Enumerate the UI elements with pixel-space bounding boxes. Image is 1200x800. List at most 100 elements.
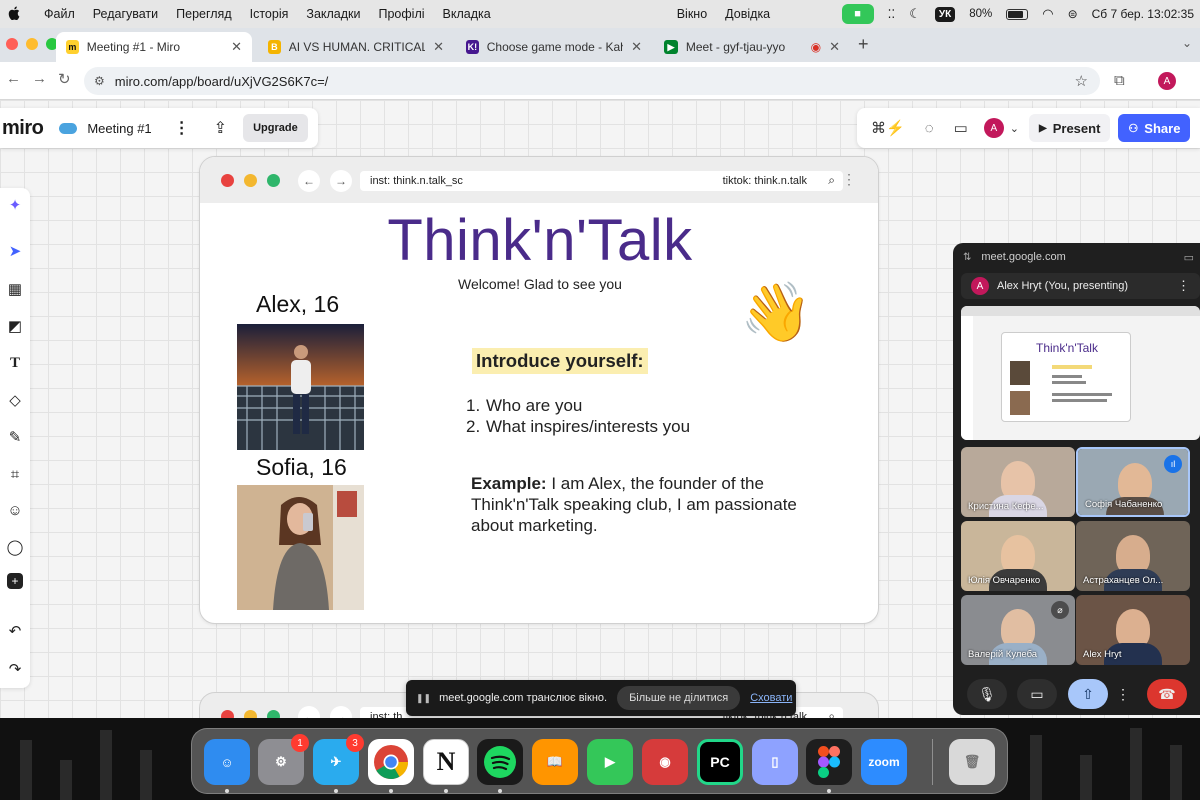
menu-datetime[interactable]: Сб 7 бер. 13:02:35 <box>1092 7 1194 21</box>
cursor-icon[interactable]: ➤ <box>4 240 26 262</box>
open-in-tab-icon[interactable]: ▭ <box>1184 251 1194 264</box>
drag-handle-icon[interactable]: ❚❚ <box>416 693 431 704</box>
share-button[interactable]: ⚇ Share <box>1118 114 1191 142</box>
slide-frame[interactable]: ← → inst: think.n.talk_sc tiktok: think.… <box>199 156 879 624</box>
tune-icon[interactable]: ⇅ <box>963 252 971 263</box>
running-indicator <box>827 789 831 793</box>
extensions-icon[interactable]: ⧉ <box>1114 72 1125 89</box>
participant-tile[interactable]: Астраханцев Ол... <box>1076 521 1190 591</box>
miro-board-header: miro Meeting #1 ⋮ ⇪ Upgrade <box>0 108 318 148</box>
profile-avatar[interactable]: A <box>1158 72 1176 90</box>
close-tab-icon[interactable]: ✕ <box>433 39 444 55</box>
chrome-icon[interactable] <box>368 739 414 785</box>
facetime-status-icon[interactable]: ■ <box>841 4 874 24</box>
pen-icon[interactable]: ✎ <box>4 426 26 448</box>
wifi-icon[interactable]: ◠ <box>1042 6 1053 22</box>
tab-ai-vs-human[interactable]: B AI VS HUMAN. CRITICAL THINKING ✕ <box>258 32 454 62</box>
battery-icon[interactable] <box>1006 8 1029 20</box>
tab-search-icon[interactable]: ⌄ <box>1182 36 1192 50</box>
photo-booth-icon[interactable]: ◉ <box>642 739 688 785</box>
tab-miro[interactable]: m Meeting #1 - Miro ✕ <box>56 32 252 62</box>
sticky-note-icon[interactable]: ◩ <box>4 315 26 337</box>
tab-kahoot[interactable]: K! Choose game mode - Kahoot! ✕ <box>456 32 652 62</box>
address-bar[interactable]: ⚙ miro.com/app/board/uXjVG2S6K7c=/ ☆ <box>84 67 1100 95</box>
figma-icon[interactable] <box>806 739 852 785</box>
camera-icon[interactable]: ▭ <box>1017 679 1057 709</box>
new-tab-button[interactable]: + <box>858 34 869 55</box>
close-tab-icon[interactable]: ✕ <box>829 39 840 55</box>
alex-photo <box>237 324 364 450</box>
close-window-button[interactable] <box>6 38 18 50</box>
shapes-icon[interactable]: ◇ <box>4 389 26 411</box>
participant-tile[interactable]: Alex Hryt <box>1076 595 1190 665</box>
plus-icon[interactable]: + <box>7 573 23 589</box>
menu-profiles[interactable]: Профілі <box>379 7 425 21</box>
pycharm-icon[interactable]: PC <box>697 739 743 785</box>
more-options-icon[interactable]: ⋮ <box>1177 278 1190 294</box>
close-tab-icon[interactable]: ✕ <box>631 39 642 55</box>
chevron-down-icon[interactable]: ⌄ <box>1010 122 1019 135</box>
video-call-icon[interactable]: ▭ <box>954 119 968 137</box>
back-icon[interactable]: ← <box>6 70 21 87</box>
reload-icon[interactable]: ↻ <box>58 70 71 88</box>
control-center-dots-icon[interactable]: ⁚⁚ <box>888 7 896 21</box>
hang-up-icon[interactable]: ☎ <box>1147 679 1187 709</box>
tab-meet[interactable]: ▶ Meet - gyf-tjau-yyo ◉ ✕ <box>654 32 850 62</box>
meet-picture-in-picture[interactable]: ⇅ meet.google.com ▭ A Alex Hryt (You, pr… <box>953 243 1200 715</box>
books-icon[interactable]: 📖 <box>532 739 578 785</box>
frame-icon[interactable]: ⌗ <box>4 463 26 485</box>
present-button[interactable]: ▶ Present <box>1029 114 1111 142</box>
minimize-window-button[interactable] <box>26 38 38 50</box>
zoom-icon[interactable]: zoom <box>861 739 907 785</box>
chat-icon[interactable]: ◌ <box>925 120 934 137</box>
menu-window[interactable]: Вікно <box>677 7 707 21</box>
finder-icon[interactable]: ☺ <box>204 739 250 785</box>
site-info-icon[interactable]: ⚙ <box>94 74 105 88</box>
reactions-icon[interactable]: ⌘⚡ <box>871 119 905 137</box>
participant-tile[interactable]: Юлія Овчаренко <box>961 521 1075 591</box>
notion-icon[interactable]: N <box>423 739 469 785</box>
undo-icon[interactable]: ↶ <box>4 620 26 642</box>
emoji-icon[interactable]: ☺ <box>4 499 26 521</box>
redo-icon[interactable]: ↷ <box>4 658 26 680</box>
url-text[interactable]: miro.com/app/board/uXjVG2S6K7c=/ <box>115 74 329 89</box>
macos-menu-bar: Chrome Файл Редагувати Перегляд Історія … <box>0 0 1200 41</box>
more-options-icon[interactable]: ⋮ <box>1115 679 1131 709</box>
present-screen-icon[interactable]: ⇧ <box>1068 679 1108 709</box>
miro-logo[interactable]: miro <box>2 117 44 140</box>
facetime-icon[interactable]: ▶ <box>587 739 633 785</box>
menu-tab[interactable]: Вкладка <box>443 7 491 21</box>
trash-icon[interactable]: 🗑 <box>949 739 995 785</box>
spotify-icon[interactable] <box>477 739 523 785</box>
menu-view[interactable]: Перегляд <box>176 7 231 21</box>
close-tab-icon[interactable]: ✕ <box>231 39 242 55</box>
menu-help[interactable]: Довідка <box>725 7 770 21</box>
hide-button[interactable]: Сховати <box>750 692 792 704</box>
focus-moon-icon[interactable]: ☾ <box>909 6 921 22</box>
shared-screen-preview[interactable]: Think'n'Talk <box>961 306 1200 440</box>
forward-icon[interactable]: → <box>32 70 47 87</box>
control-center-icon[interactable]: ⊜ <box>1068 7 1078 21</box>
menu-edit[interactable]: Редагувати <box>93 7 158 21</box>
simulator-icon[interactable]: ▯ <box>752 739 798 785</box>
participant-tile[interactable]: ⌀ Валерій Кулеба <box>961 595 1075 665</box>
menu-bookmarks[interactable]: Закладки <box>306 7 360 21</box>
system-settings-icon[interactable]: ⚙ 1 <box>258 734 309 785</box>
user-avatar[interactable]: A <box>983 118 1004 138</box>
text-icon[interactable]: T <box>4 352 26 374</box>
participant-tile[interactable]: Кристина Кефе... <box>961 447 1075 517</box>
board-menu-icon[interactable]: ⋮ <box>174 118 190 138</box>
bookmark-star-icon[interactable]: ☆ <box>1075 72 1088 90</box>
board-name[interactable]: Meeting #1 <box>87 121 151 136</box>
comment-icon[interactable]: ◯ <box>4 536 26 558</box>
template-icon[interactable]: ▦ <box>4 278 26 300</box>
stop-sharing-button[interactable]: Більше не ділитися <box>617 686 741 710</box>
upgrade-button[interactable]: Upgrade <box>243 114 308 142</box>
input-source-badge[interactable]: УК <box>934 6 956 22</box>
telegram-icon[interactable]: ✈ 3 <box>313 734 364 785</box>
export-icon[interactable]: ⇪ <box>214 118 227 138</box>
menu-history[interactable]: Історія <box>250 7 289 21</box>
participant-tile-speaking[interactable]: ıl Софія Чабаненко <box>1076 447 1190 517</box>
sparkle-icon[interactable]: ✦ <box>4 194 26 216</box>
microphone-icon[interactable]: 🎙 <box>967 679 1007 709</box>
